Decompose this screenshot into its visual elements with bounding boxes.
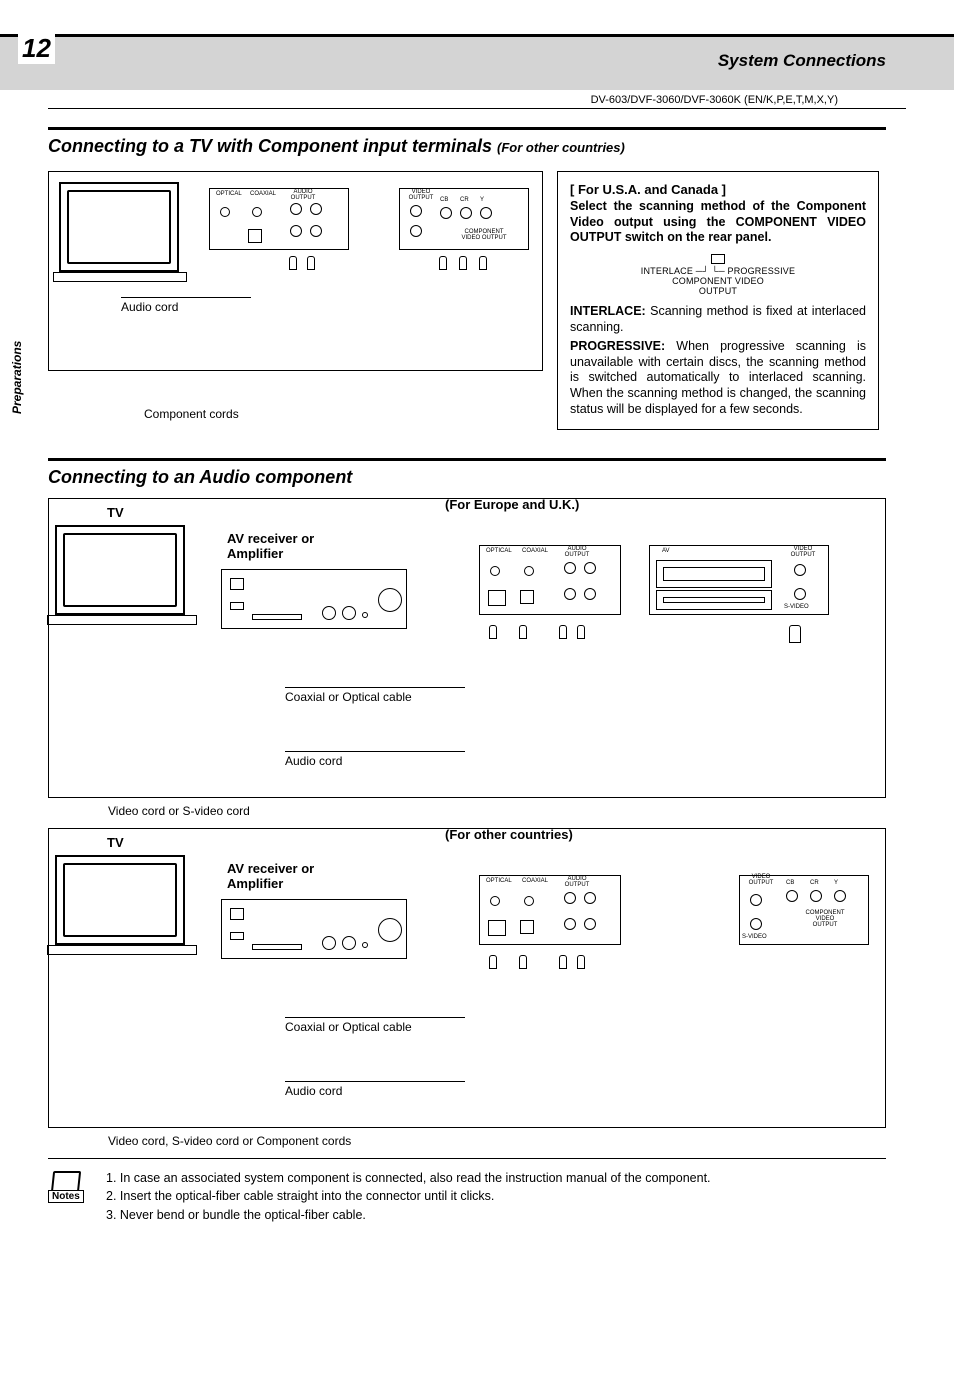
switch-figure: INTERLACE ─┘ └─ PROGRESSIVE COMPONENT VI…	[570, 254, 866, 296]
coax-optical-label-other: Coaxial or Optical cable	[285, 1017, 465, 1034]
diagram-column: OPTICAL COAXIAL AUDIOOUTPUT VIDEOOUTPUT	[48, 171, 543, 430]
notes-label: Notes	[48, 1190, 84, 1203]
coax-optical-label-eu: Coaxial or Optical cable	[285, 687, 465, 704]
below-caption-eu: Video cord or S-video cord	[48, 804, 886, 818]
note-3: 3. Never bend or bundle the optical-fibe…	[106, 1206, 711, 1224]
progressive-label: PROGRESSIVE:	[570, 339, 665, 353]
switch-right-label: PROGRESSIVE	[728, 266, 796, 276]
audio-cord-label-eu: Audio cord	[285, 751, 465, 768]
tv-label-eu: TV	[107, 505, 124, 520]
model-line: DV-603/DVF-3060/DVF-3060K (EN/K,P,E,T,M,…	[48, 90, 906, 109]
usa-canada-info-box: [ For U.S.A. and Canada ] Select the sca…	[557, 171, 879, 430]
interlace-desc: INTERLACE: Scanning method is fixed at i…	[570, 304, 866, 335]
side-tab: Preparations	[10, 341, 24, 414]
audio-diagram-eu: (For Europe and U.K.) TV AV receiver or …	[48, 498, 886, 798]
heading1-main: Connecting to a TV with Component input …	[48, 136, 492, 156]
switch-left-label: INTERLACE	[641, 266, 693, 276]
tv-label-other: TV	[107, 835, 124, 850]
audio-diagram-other: (For other countries) TV AV receiver or …	[48, 828, 886, 1128]
audio-cord-label-other: Audio cord	[285, 1081, 465, 1098]
region-eu-label: (For Europe and U.K.)	[445, 497, 579, 512]
interlace-label: INTERLACE:	[570, 304, 646, 318]
audio-cord-label: Audio cord	[121, 297, 251, 314]
notes-list: 1. In case an associated system componen…	[106, 1169, 711, 1223]
tv-component-diagram: OPTICAL COAXIAL AUDIOOUTPUT VIDEOOUTPUT	[48, 171, 543, 371]
switch-label-1: COMPONENT VIDEO	[672, 276, 764, 286]
section-title: System Connections	[718, 51, 886, 71]
component-cords-label: Component cords	[48, 407, 543, 421]
region-other-label: (For other countries)	[445, 827, 573, 842]
header-bar: 12 System Connections	[0, 34, 954, 90]
note-1: 1. In case an associated system componen…	[106, 1169, 711, 1187]
progressive-desc: PROGRESSIVE: When progressive scanning i…	[570, 339, 866, 417]
switch-label-2: OUTPUT	[699, 286, 737, 296]
heading1-sub: (For other countries)	[497, 140, 625, 155]
below-caption-other: Video cord, S-video cord or Component co…	[48, 1134, 886, 1148]
heading-audio-component: Connecting to an Audio component	[48, 458, 886, 488]
avamp-label-eu: AV receiver or Amplifier	[227, 531, 357, 561]
note-2: 2. Insert the optical-fiber cable straig…	[106, 1187, 711, 1205]
page-number: 12	[18, 33, 55, 64]
info-header: [ For U.S.A. and Canada ]	[570, 182, 866, 197]
notes-icon: Notes	[48, 1169, 92, 1203]
heading-component-tv: Connecting to a TV with Component input …	[48, 127, 886, 157]
notes-block: Notes 1. In case an associated system co…	[48, 1158, 886, 1223]
avamp-label-other: AV receiver or Amplifier	[227, 861, 357, 891]
info-lead: Select the scanning method of the Compon…	[570, 199, 866, 246]
